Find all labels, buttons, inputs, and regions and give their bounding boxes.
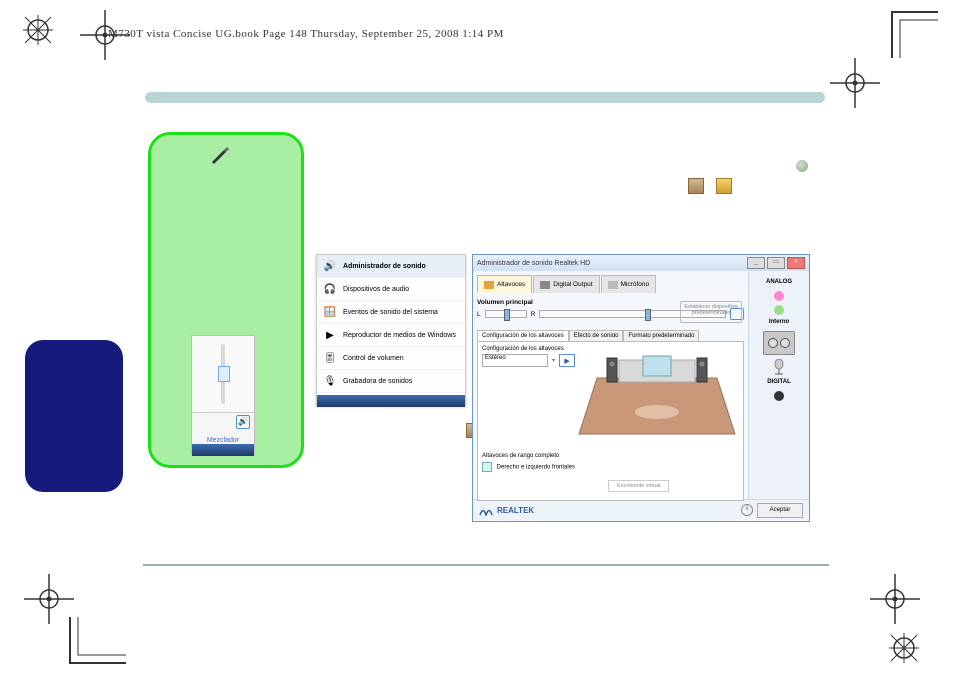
side-label-internal: Interno [753, 319, 805, 325]
fullrange-front-label: Derecho e izquierdo frontales [497, 465, 575, 471]
subtab-default-format[interactable]: Formato predeterminado [623, 330, 699, 341]
menu-item-wmp[interactable]: ▶ Reproductor de medios de Windows [317, 324, 465, 347]
volume-mute-button[interactable]: 🔊 [192, 412, 254, 435]
side-label-analog: ANALOG [753, 279, 805, 285]
crop-mark-tr [830, 58, 880, 108]
crop-corner-bl [68, 615, 128, 665]
realtek-logo-icon [479, 504, 493, 516]
realtek-hd-audio-manager-window: Administrador de sonido Realtek HD _ ▭ ×… [472, 254, 810, 522]
wmp-icon: ▶ [323, 328, 337, 342]
dropdown-icon: ▾ [552, 357, 555, 364]
window-titlebar[interactable]: Administrador de sonido Realtek HD _ ▭ × [473, 255, 809, 271]
virtual-surround-option[interactable]: Envolvente virtual [608, 480, 669, 492]
pen-icon [209, 143, 231, 170]
subtab-sound-effects[interactable]: Efecto de sonido [569, 330, 624, 341]
tab-label: Digital Output [553, 281, 592, 288]
fullrange-front-checkbox[interactable] [482, 462, 492, 472]
menu-item-system-sounds[interactable]: 🪟 Eventos de sonido del sistema [317, 301, 465, 324]
analog-jack-pink[interactable] [774, 291, 784, 301]
balance-slider[interactable] [485, 310, 527, 318]
menu-label: Grabadora de sonidos [343, 378, 412, 385]
room-visualization [577, 348, 737, 438]
menu-label: Eventos de sonido del sistema [343, 309, 438, 316]
crop-corner-tl [18, 10, 58, 50]
menu-label: Reproductor de medios de Windows [343, 332, 456, 339]
side-callout-box [25, 340, 123, 492]
crop-corner-br [884, 628, 924, 668]
volume-popup: 🔊 Mezclador [191, 335, 255, 455]
taskbar-strip [192, 444, 254, 456]
volume-slider[interactable] [192, 336, 254, 412]
menu-item-recorder[interactable]: 🎙 Grabadora de sonidos [317, 370, 465, 393]
analog-jack-green[interactable] [774, 305, 784, 315]
test-play-button[interactable]: ▶ [559, 354, 575, 367]
events-icon: 🪟 [323, 305, 337, 319]
tab-microphone[interactable]: Micrófono [601, 275, 657, 293]
crop-corner-tr [890, 10, 940, 60]
internal-speakers-icon [763, 331, 795, 355]
tray-speaker-icon[interactable] [688, 178, 704, 194]
devices-icon: 🎧 [323, 282, 337, 296]
speaker-config-select[interactable]: Estéreo [482, 354, 548, 367]
microphone-icon [773, 359, 785, 375]
tab-speakers[interactable]: Altavoces [477, 275, 532, 293]
tab-label: Altavoces [497, 281, 525, 288]
menu-item-volume-control[interactable]: 🎚 Control de volumen [317, 347, 465, 370]
set-default-device-button[interactable]: Establecer dispositivo predeterminado [680, 301, 742, 323]
digital-icon [540, 281, 550, 289]
speaker-icon: 🔊 [323, 259, 337, 273]
subtab-speaker-config[interactable]: Configuración de los altavoces [477, 330, 569, 341]
volume-icon: 🎚 [323, 351, 337, 365]
info-icon[interactable]: i [741, 504, 753, 516]
menu-label: Administrador de sonido [343, 263, 426, 270]
digital-jack[interactable] [774, 391, 784, 401]
realtek-brand: REALTEK [479, 504, 534, 516]
page-header-text: M730T vista Concise UG.book Page 148 Thu… [108, 28, 504, 40]
crop-mark-bl [24, 574, 74, 624]
side-label-digital: DIGITAL [753, 379, 805, 385]
sound-start-menu: 🔊 Administrador de sonido 🎧 Dispositivos… [316, 254, 466, 406]
maximize-button[interactable]: ▭ [767, 257, 785, 269]
section-divider-top [145, 92, 825, 103]
menu-item-sound-manager[interactable]: 🔊 Administrador de sonido [317, 255, 465, 278]
speaker-icon [484, 281, 494, 289]
close-button[interactable]: × [787, 257, 805, 269]
crop-mark-br [870, 574, 920, 624]
speaker-icon: 🔊 [236, 415, 250, 429]
menu-label: Control de volumen [343, 355, 404, 362]
taskbar-strip [317, 395, 465, 407]
recorder-icon: 🎙 [323, 374, 337, 388]
balance-left-label: L [477, 311, 481, 318]
menu-label: Dispositivos de audio [343, 286, 409, 293]
fullrange-title: Altavoces de rango completo [482, 453, 575, 459]
section-divider-bottom [143, 564, 829, 566]
note-callout-box: 🔊 Mezclador [148, 132, 304, 468]
ok-button[interactable]: Aceptar [757, 503, 803, 518]
globe-icon [796, 160, 808, 172]
microphone-icon [608, 281, 618, 289]
minimize-button[interactable]: _ [747, 257, 765, 269]
tab-digital-output[interactable]: Digital Output [533, 275, 599, 293]
window-title: Administrador de sonido Realtek HD [477, 260, 590, 267]
tab-label: Micrófono [621, 281, 650, 288]
tray-realtek-icon[interactable] [716, 178, 732, 194]
brand-text: REALTEK [497, 506, 534, 515]
balance-right-label: R [531, 311, 536, 318]
menu-item-audio-devices[interactable]: 🎧 Dispositivos de audio [317, 278, 465, 301]
